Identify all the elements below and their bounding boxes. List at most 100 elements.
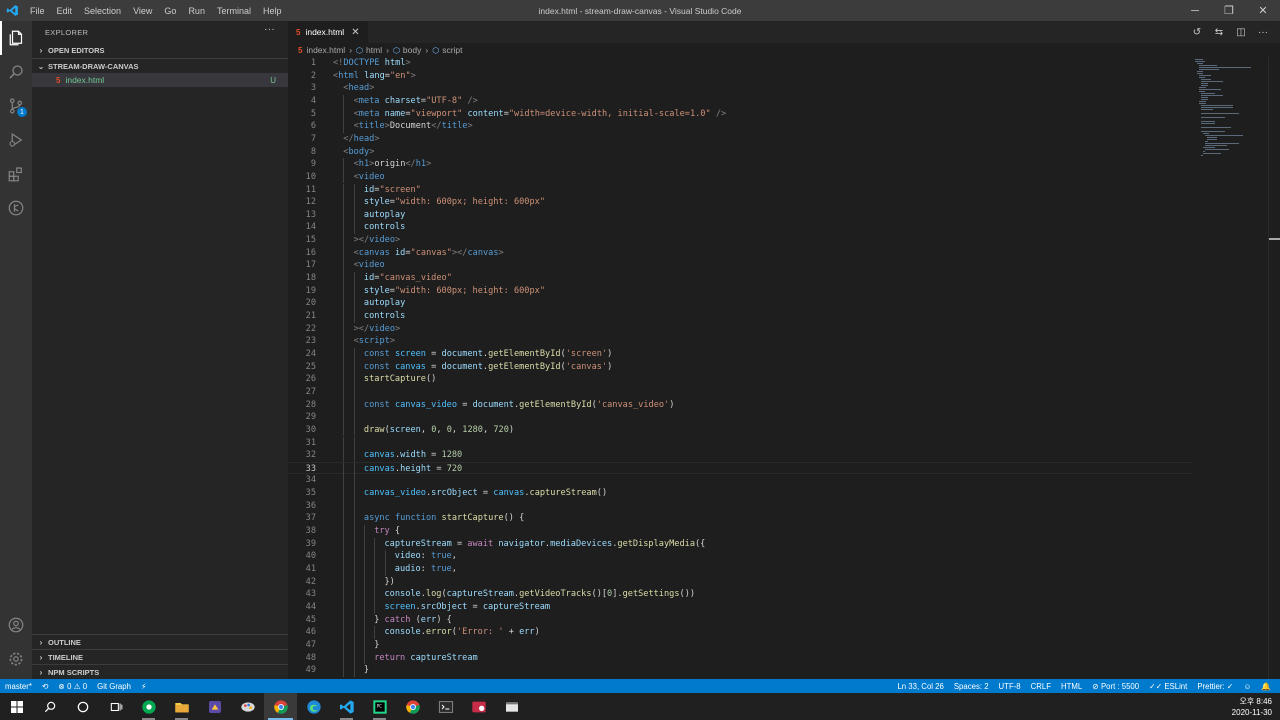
code-line[interactable]: 7 </head> (288, 133, 1248, 146)
menu-item-edit[interactable]: Edit (51, 6, 79, 16)
line-number[interactable]: 42 (288, 576, 316, 589)
line-number[interactable]: 25 (288, 361, 316, 374)
vscode-icon[interactable] (330, 693, 363, 720)
line-number[interactable]: 24 (288, 348, 316, 361)
app-window-icon[interactable] (495, 693, 528, 720)
code-line[interactable]: 47} (288, 638, 1248, 652)
line-number[interactable]: 18 (288, 272, 316, 285)
eol-status[interactable]: CRLF (1026, 682, 1056, 691)
minimap[interactable] (1193, 57, 1268, 157)
code-line[interactable]: 32 canvas.width = 1280 (288, 449, 1248, 462)
eslint-status[interactable]: ✓✓ ESLint (1144, 682, 1192, 691)
line-number[interactable]: 10 (288, 171, 316, 184)
start-icon[interactable] (0, 693, 33, 720)
code-line[interactable]: 30 draw(screen, 0, 0, 1280, 720) (288, 423, 1248, 437)
line-number[interactable]: 30 (288, 424, 316, 437)
more-actions-icon[interactable]: ··· (1252, 27, 1274, 38)
file-item-index-html[interactable]: 5 index.html U (32, 73, 288, 87)
line-number[interactable]: 9 (288, 158, 316, 171)
notifications-bell-icon[interactable]: 🔔 (1256, 682, 1276, 691)
menu-item-file[interactable]: File (24, 6, 51, 16)
code-line[interactable]: 34 (288, 474, 1248, 488)
problems-status[interactable]: ⊗ 0 ⚠ 0 (53, 682, 92, 691)
code-line[interactable]: 16 <canvas id="canvas"></canvas> (288, 246, 1248, 260)
code-line[interactable]: 10 <video (288, 170, 1248, 184)
indentation-status[interactable]: Spaces: 2 (949, 682, 994, 691)
system-clock[interactable]: 오후 8:46 2020-11-30 (1232, 693, 1272, 720)
encoding-status[interactable]: UTF-8 (994, 682, 1026, 691)
line-number[interactable]: 27 (288, 386, 316, 399)
code-line[interactable]: 33 canvas.height = 720 (288, 461, 1193, 476)
run-debug-icon[interactable] (0, 123, 32, 157)
code-line[interactable]: 28 const canvas_video = document.getEleme… (288, 398, 1248, 412)
feedback-icon[interactable]: ☺ (1238, 682, 1256, 691)
branch-status[interactable]: master* (0, 682, 37, 691)
lightning-icon[interactable]: ⚡ (136, 682, 151, 691)
code-line[interactable]: 39 captureStream = await navigator.mediaD… (288, 537, 1248, 551)
code-line[interactable]: 23 <script> (288, 335, 1248, 348)
tab-index-html[interactable]: 5 index.html ✕ (288, 21, 368, 43)
line-number[interactable]: 31 (288, 437, 316, 450)
source-control-icon[interactable]: 1 (0, 89, 32, 123)
line-number[interactable]: 12 (288, 196, 316, 209)
pycharm-icon[interactable]: PC (363, 693, 396, 720)
app-purple-icon[interactable] (198, 693, 231, 720)
line-number[interactable]: 48 (288, 652, 316, 665)
close-window-button[interactable]: ✕ (1246, 0, 1280, 21)
line-number[interactable]: 1 (288, 57, 316, 70)
code-line[interactable]: 13 autoplay (288, 208, 1248, 222)
code-line[interactable]: 38 try { (288, 525, 1248, 538)
code-line[interactable]: 19 style="width: 600px; height: 600px" (288, 284, 1248, 298)
line-number[interactable]: 8 (288, 146, 316, 159)
code-line[interactable]: 45} catch (err) { (288, 613, 1248, 627)
code-line[interactable]: 1 <!DOCTYPE html> (288, 57, 1248, 70)
line-number[interactable]: 3 (288, 82, 316, 95)
breadcrumb-body[interactable]: body (403, 45, 421, 55)
menu-item-run[interactable]: Run (182, 6, 211, 16)
line-number[interactable]: 40 (288, 550, 316, 563)
app-green-icon[interactable] (132, 693, 165, 720)
settings-gear-icon[interactable] (0, 642, 32, 676)
cursor-position-status[interactable]: Ln 33, Col 26 (892, 682, 948, 691)
line-number[interactable]: 26 (288, 373, 316, 386)
line-number[interactable]: 21 (288, 310, 316, 323)
code-line[interactable]: 49} (288, 664, 1248, 677)
menu-item-view[interactable]: View (127, 6, 158, 16)
code-line[interactable]: 31 (288, 436, 1248, 450)
minimize-button[interactable]: ─ (1178, 0, 1212, 21)
live-server-port-status[interactable]: ⊘ Port : 5500 (1087, 682, 1144, 691)
line-number[interactable]: 47 (288, 639, 316, 652)
code-line[interactable]: 18 id="canvas_video" (288, 272, 1248, 285)
line-number[interactable]: 15 (288, 234, 316, 247)
code-editor[interactable]: 1 <!DOCTYPE html> 2 <html lang="en"> 3 <head>… (288, 57, 1248, 679)
code-line[interactable]: 36 (288, 499, 1248, 513)
menu-item-help[interactable]: Help (257, 6, 288, 16)
line-number[interactable]: 32 (288, 449, 316, 462)
code-line[interactable]: 35 canvas_video.srcObject = canvas.captur… (288, 487, 1248, 500)
line-number[interactable]: 37 (288, 512, 316, 525)
code-line[interactable]: 20 autoplay (288, 297, 1248, 310)
sync-icon[interactable]: ⟲ (37, 682, 54, 691)
code-line[interactable]: 3 <head> (288, 82, 1248, 95)
more-actions-icon[interactable]: ··· (264, 24, 275, 35)
line-number[interactable]: 46 (288, 626, 316, 639)
restore-button[interactable]: ❐ (1212, 0, 1246, 21)
chrome-icon[interactable] (264, 693, 297, 720)
explorer-icon[interactable] (0, 21, 32, 55)
code-line[interactable]: 17 <video (288, 259, 1248, 273)
line-number[interactable]: 22 (288, 323, 316, 336)
code-line[interactable]: 6 <title>Document</title> (288, 120, 1248, 133)
app-red-icon[interactable] (462, 693, 495, 720)
code-line[interactable]: 9 <h1>origin</h1> (288, 158, 1248, 171)
chrome-alt-icon[interactable] (396, 693, 429, 720)
line-number[interactable]: 11 (288, 184, 316, 197)
menu-item-go[interactable]: Go (158, 6, 182, 16)
line-number[interactable]: 16 (288, 247, 316, 260)
cortana-icon[interactable] (66, 693, 99, 720)
line-number[interactable]: 23 (288, 335, 316, 348)
code-line[interactable]: 21 controls (288, 310, 1248, 323)
line-number[interactable]: 29 (288, 411, 316, 424)
extensions-icon[interactable] (0, 157, 32, 191)
code-line[interactable]: 24 const screen = document.getElementById… (288, 347, 1248, 361)
code-line[interactable]: 41 audio: true, (288, 563, 1248, 576)
